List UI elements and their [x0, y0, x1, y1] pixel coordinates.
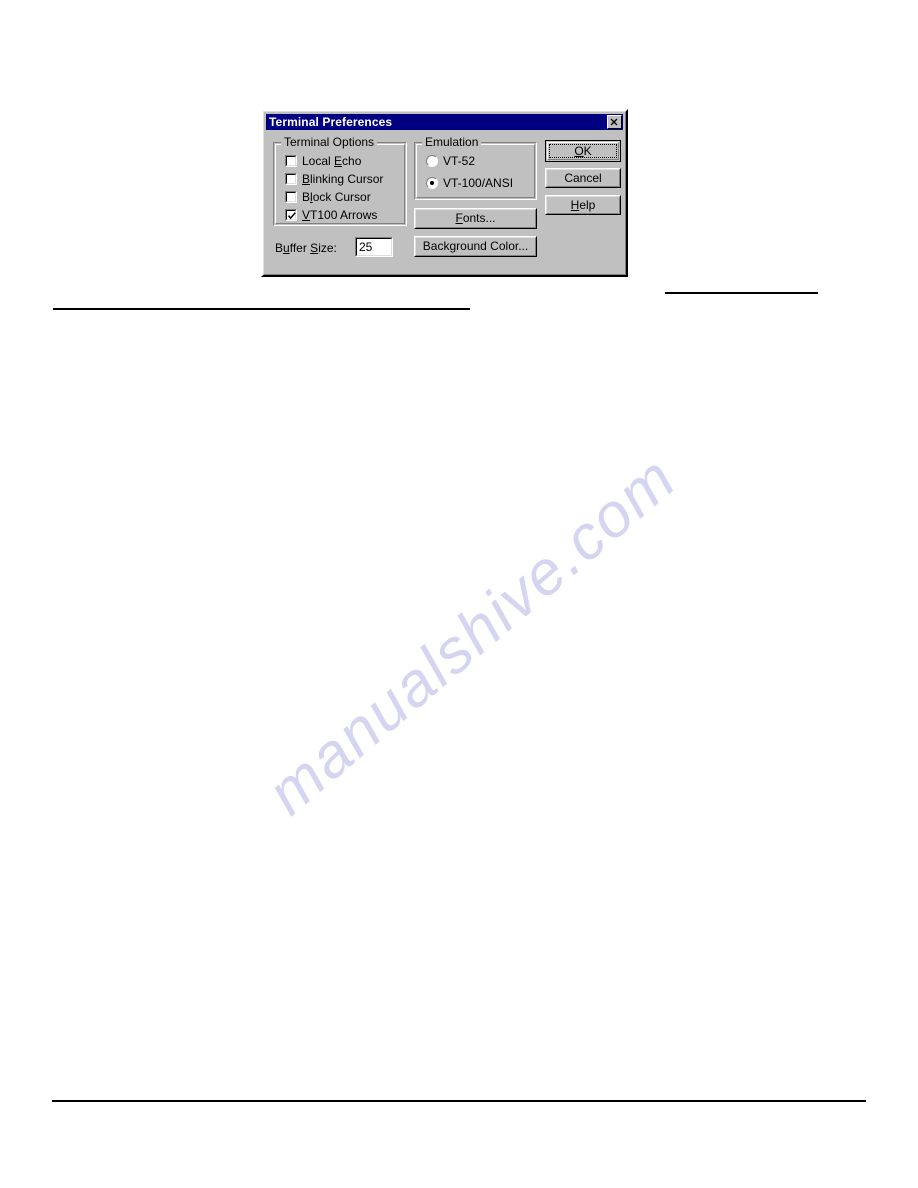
page-watermark: manualshive.com [254, 442, 690, 829]
radio-circle-vt-100-ansi[interactable] [426, 177, 438, 189]
buffer-size-label: Buffer Size: [275, 241, 337, 255]
checkbox-label-vt100-arrows: VT100 Arrows [302, 207, 378, 222]
checkbox-label-blinking-cursor: Blinking Cursor [302, 171, 384, 186]
radio-vt-100-ansi[interactable]: VT-100/ANSI [426, 176, 513, 190]
checkbox-label-block-cursor: Block Cursor [302, 189, 371, 204]
terminal-options-group-label: Terminal Options [281, 136, 378, 148]
radio-label-vt-52: VT-52 [443, 153, 476, 168]
buffer-size-value: 25 [356, 238, 392, 256]
checkbox-label-local-echo: Local Echo [302, 153, 362, 168]
background-color-button[interactable]: Background Color... [414, 236, 537, 257]
dialog-title: Terminal Preferences [269, 114, 393, 129]
checkbox-vt100-arrows[interactable]: VT100 Arrows [285, 208, 377, 222]
radio-label-vt-100-ansi: VT-100/ANSI [443, 175, 514, 190]
checkbox-box-vt100-arrows[interactable] [285, 209, 297, 221]
ok-button-label: OK [574, 143, 592, 158]
buffer-size-input[interactable]: 25 [355, 237, 393, 257]
checkbox-local-echo[interactable]: Local Echo [285, 154, 361, 168]
help-button-label: Help [570, 197, 596, 212]
terminal-options-group: Terminal Options Local Echo Blinking Cur… [273, 136, 407, 226]
horizontal-rule-footer [52, 1100, 866, 1102]
checkbox-blinking-cursor[interactable]: Blinking Cursor [285, 172, 383, 186]
close-icon[interactable] [607, 115, 622, 129]
cancel-button-label: Cancel [564, 170, 602, 185]
cancel-button[interactable]: Cancel [545, 168, 621, 188]
fonts-button-label: Fonts... [455, 211, 496, 225]
radio-dot-selected [430, 181, 434, 185]
emulation-group-frame [414, 142, 537, 200]
checkbox-box-blinking-cursor[interactable] [285, 173, 297, 185]
horizontal-rule-upper-right [665, 292, 818, 294]
checkbox-box-block-cursor[interactable] [285, 191, 297, 203]
emulation-group-label: Emulation [422, 136, 482, 148]
dialog-inner-frame: Terminal Preferences Terminal Options Lo… [263, 111, 626, 275]
checkbox-box-local-echo[interactable] [285, 155, 297, 167]
horizontal-rule-upper-left [53, 308, 470, 310]
fonts-button[interactable]: Fonts... [414, 208, 537, 229]
ok-button[interactable]: OK [545, 140, 621, 162]
radio-vt-52[interactable]: VT-52 [426, 154, 475, 168]
checkbox-block-cursor[interactable]: Block Cursor [285, 190, 371, 204]
background-color-button-label: Background Color... [422, 239, 529, 253]
terminal-preferences-dialog: Terminal Preferences Terminal Options Lo… [261, 109, 628, 277]
emulation-group: Emulation VT-52 VT-100/ANSI [414, 136, 537, 200]
dialog-titlebar[interactable]: Terminal Preferences [266, 114, 623, 130]
radio-circle-vt-52[interactable] [426, 155, 438, 167]
checkmark-icon [287, 212, 296, 220]
help-button[interactable]: Help [545, 195, 621, 215]
